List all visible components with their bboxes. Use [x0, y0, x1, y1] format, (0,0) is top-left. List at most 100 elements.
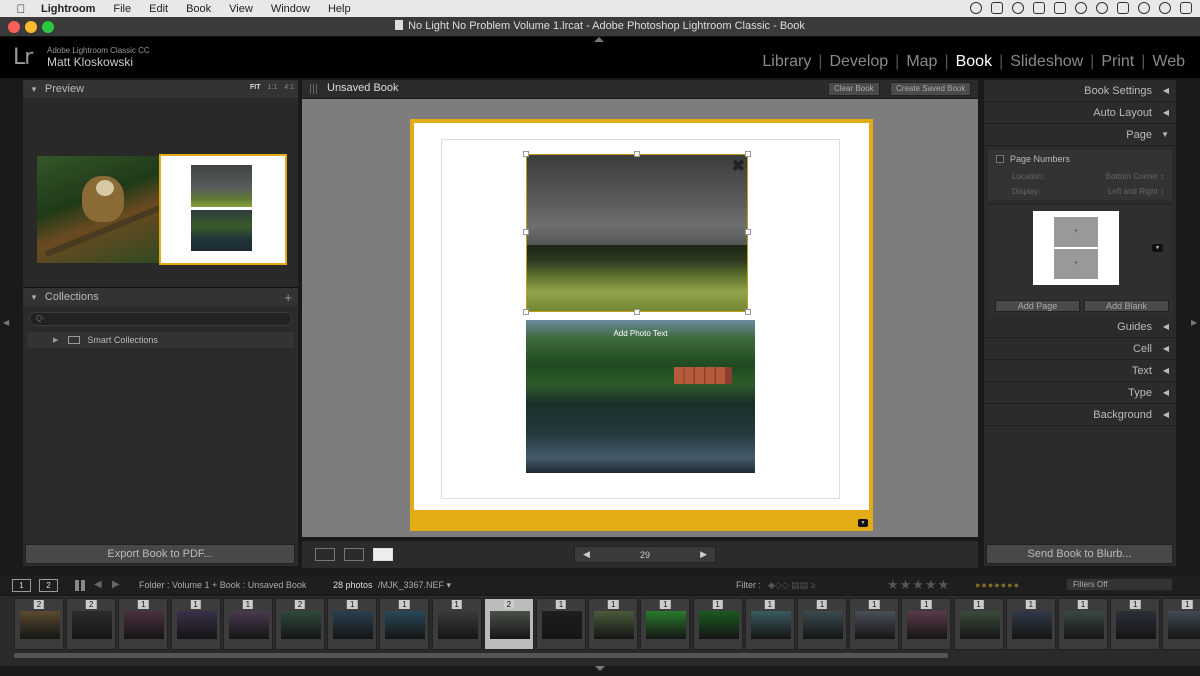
filmstrip-thumbnail[interactable]: 1 — [797, 598, 847, 650]
zoom-fit[interactable]: FIT — [250, 84, 261, 91]
creative-cloud-icon[interactable] — [1012, 2, 1024, 14]
main-window-button[interactable]: 1 — [12, 579, 31, 592]
filmstrip-thumbnail[interactable]: 1 — [431, 598, 482, 650]
single-page-view-button[interactable] — [373, 548, 393, 561]
filmstrip-thumbnail[interactable]: 1 — [222, 598, 273, 650]
filmstrip-thumbnail[interactable]: 1 — [1110, 598, 1161, 650]
forward-arrow-icon[interactable]: ▶ — [112, 579, 120, 590]
module-web[interactable]: Web — [1145, 53, 1192, 71]
wifi-icon[interactable] — [1096, 2, 1108, 14]
guides-header[interactable]: Guides ◀ — [984, 316, 1176, 338]
rating-filter-stars-icon[interactable]: ★★★★★ — [887, 577, 950, 593]
menu-edit[interactable]: Edit — [149, 3, 168, 15]
resize-handle[interactable] — [745, 151, 751, 157]
menu-help[interactable]: Help — [328, 3, 351, 15]
filmstrip-thumbnail[interactable]: 1 — [849, 598, 900, 650]
filmstrip-thumbnail[interactable]: 1 — [953, 598, 1004, 650]
flag-filter-icons[interactable]: ◆◇◇ ▤▤ ≥ — [768, 580, 816, 591]
app-menu[interactable]: Lightroom — [41, 3, 95, 15]
next-page-icon[interactable]: ▶ — [700, 549, 707, 560]
filmstrip-thumbnail[interactable]: 1 — [1058, 598, 1108, 650]
add-blank-button[interactable]: Add Blank — [1084, 300, 1169, 312]
auto-layout-header[interactable]: Auto Layout ◀ — [984, 102, 1176, 124]
resize-handle[interactable] — [523, 151, 529, 157]
zoom-1-1[interactable]: 1:1 — [268, 84, 278, 91]
filmstrip-thumbnail[interactable]: 1 — [901, 598, 952, 650]
bottom-panel-toggle[interactable] — [595, 666, 605, 671]
module-map[interactable]: Map — [899, 53, 944, 71]
filmstrip-thumbnail[interactable]: 2 — [483, 598, 534, 650]
menu-view[interactable]: View — [229, 3, 253, 15]
module-library[interactable]: Library — [755, 53, 818, 71]
zoom-4-1[interactable]: 4:1 — [284, 84, 294, 91]
selected-page[interactable]: ✖ Add Photo Text ▼ — [410, 119, 873, 531]
triangle-right-icon[interactable]: ▶ — [53, 336, 58, 344]
menu-book[interactable]: Book — [186, 3, 211, 15]
preview-right-page[interactable] — [159, 154, 287, 265]
collections-header[interactable]: ▼ Collections + — [23, 288, 298, 306]
add-page-button[interactable]: Add Page — [995, 300, 1080, 312]
display-select[interactable]: Left and Right ↕ — [1108, 187, 1164, 196]
send-book-to-blurb-button[interactable]: Send Book to Blurb... — [986, 544, 1173, 564]
filmstrip-thumbnail[interactable]: 1 — [640, 598, 691, 650]
source-path[interactable]: Folder : Volume 1 + Book : Unsaved Book — [139, 580, 306, 590]
display-icon[interactable] — [1033, 2, 1045, 14]
airplay-icon[interactable] — [1117, 2, 1129, 14]
right-panel-toggle-icon[interactable]: ▶ — [1191, 318, 1197, 327]
book-preview[interactable] — [23, 98, 298, 288]
preview-left-page[interactable] — [37, 156, 162, 263]
page-header[interactable]: Page ▼ — [984, 124, 1176, 146]
add-collection-icon[interactable]: + — [284, 290, 292, 305]
filmstrip-thumbnail[interactable]: 1 — [327, 598, 378, 650]
filmstrip-thumbnail[interactable]: 1 — [118, 598, 169, 650]
left-panel-toggle-icon[interactable]: ◀ — [3, 318, 9, 327]
type-header[interactable]: Type ◀ — [984, 382, 1176, 404]
add-photo-text[interactable]: Add Photo Text — [526, 329, 755, 338]
siri-icon[interactable] — [1159, 2, 1171, 14]
filmstrip-thumbnail[interactable]: 1 — [744, 598, 795, 650]
resize-handle[interactable] — [745, 309, 751, 315]
resize-handle[interactable] — [634, 151, 640, 157]
resize-handle[interactable] — [745, 229, 751, 235]
collections-search-input[interactable]: Q- — [29, 312, 292, 326]
background-header[interactable]: Background ◀ — [984, 404, 1176, 426]
module-slideshow[interactable]: Slideshow — [1003, 53, 1090, 71]
filmstrip-thumbnail[interactable]: 2 — [14, 598, 64, 650]
filmstrip-thumbnail[interactable]: 1 — [379, 598, 430, 650]
book-settings-header[interactable]: Book Settings ◀ — [984, 80, 1176, 102]
filmstrip-thumbnail[interactable]: 1 — [588, 598, 639, 650]
apple-icon[interactable]:  — [14, 2, 28, 16]
filmstrip-thumbnail[interactable]: 1 — [1162, 598, 1200, 650]
filmstrip-thumbnail[interactable]: 1 — [536, 598, 586, 650]
filmstrip-thumbnail[interactable]: 1 — [1005, 598, 1056, 650]
spread-view-button[interactable] — [344, 548, 364, 561]
filmstrip-thumbnail[interactable]: 2 — [66, 598, 117, 650]
module-develop[interactable]: Develop — [822, 53, 895, 71]
create-saved-book-button[interactable]: Create Saved Book — [890, 82, 972, 96]
current-file-menu[interactable]: /MJK_3367.NEF ▾ — [378, 580, 451, 591]
bluetooth-icon[interactable] — [1075, 2, 1087, 14]
grid-view-icon[interactable] — [75, 580, 86, 591]
menu-file[interactable]: File — [113, 3, 131, 15]
top-panel-toggle[interactable] — [594, 37, 604, 42]
photo-cell-top[interactable]: ✖ — [526, 154, 748, 312]
filmstrip-scrollbar[interactable] — [14, 653, 948, 658]
resize-handle[interactable] — [634, 309, 640, 315]
cell-header[interactable]: Cell ◀ — [984, 338, 1176, 360]
filmstrip-thumbnail[interactable]: 1 — [692, 598, 743, 650]
template-menu-icon[interactable]: ▼ — [1152, 244, 1163, 252]
preview-header[interactable]: ▼ Preview FIT 1:1 4:1 — [23, 80, 298, 98]
notification-center-icon[interactable] — [1180, 2, 1192, 14]
photo-cell-bottom[interactable]: Add Photo Text — [526, 320, 755, 473]
menu-window[interactable]: Window — [271, 3, 310, 15]
screen-record-icon[interactable] — [991, 2, 1003, 14]
clear-book-button[interactable]: Clear Book — [828, 82, 880, 96]
page-menu-icon[interactable]: ▼ — [858, 519, 868, 527]
module-book[interactable]: Book — [949, 53, 999, 71]
page-template-thumbnail[interactable]: + + — [1033, 211, 1119, 285]
back-arrow-icon[interactable]: ◀ — [94, 579, 102, 590]
export-book-to-pdf-button[interactable]: Export Book to PDF... — [25, 544, 295, 564]
module-print[interactable]: Print — [1094, 53, 1141, 71]
multi-page-view-button[interactable] — [315, 548, 335, 561]
text-header[interactable]: Text ◀ — [984, 360, 1176, 382]
